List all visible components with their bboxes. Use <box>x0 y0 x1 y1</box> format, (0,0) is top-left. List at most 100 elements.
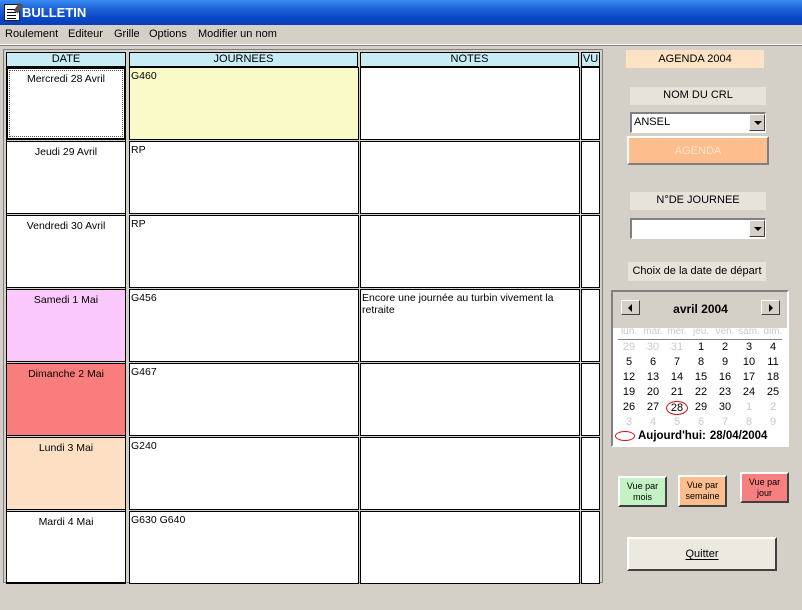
menu-options[interactable]: Options <box>149 28 187 40</box>
notes-cell[interactable] <box>360 511 580 584</box>
vu-cell[interactable] <box>581 289 600 362</box>
date-cell[interactable]: Vendredi 30 Avril <box>6 215 126 288</box>
calendar-month-label[interactable]: avril 2004 <box>653 302 748 316</box>
today-circle-icon <box>615 430 635 441</box>
calendar-today[interactable]: Aujourd'hui: 28/04/2004 <box>615 430 767 442</box>
calendar-day[interactable]: 29 <box>617 341 641 353</box>
notes-cell[interactable] <box>360 215 580 288</box>
journee-number-select[interactable] <box>630 218 766 239</box>
date-cell[interactable]: Dimanche 2 Mai <box>6 363 126 436</box>
date-cell[interactable]: Lundi 3 Mai <box>6 437 126 510</box>
calendar-day-selected[interactable]: 28 <box>666 401 688 415</box>
calendar-day[interactable]: 29 <box>689 401 713 413</box>
calendar-day[interactable]: 7 <box>713 416 737 428</box>
calendar-day[interactable]: 30 <box>641 341 665 353</box>
date-cell[interactable]: Jeudi 29 Avril <box>6 141 126 214</box>
calendar-day[interactable]: 17 <box>737 371 761 383</box>
calendar-day[interactable]: 8 <box>737 416 761 428</box>
journee-number-label: N°DE JOURNEE <box>630 192 766 210</box>
journee-cell[interactable]: G460 <box>129 67 359 140</box>
calendar-day[interactable]: 15 <box>689 371 713 383</box>
header-date: DATE <box>6 52 126 67</box>
notes-cell[interactable]: Encore une journée au turbin vivement la… <box>360 289 580 362</box>
chevron-down-icon[interactable] <box>749 114 765 131</box>
journee-cell[interactable]: G467 <box>129 363 359 436</box>
calendar-day[interactable]: 19 <box>617 386 641 398</box>
crl-select[interactable]: ANSEL <box>630 112 766 133</box>
calendar-day[interactable]: 4 <box>641 416 665 428</box>
menu-editeur[interactable]: Editeur <box>68 28 103 40</box>
calendar-weekday: sam. <box>738 326 760 337</box>
date-cell[interactable]: Mardi 4 Mai <box>6 511 126 584</box>
vu-cell[interactable] <box>581 141 600 214</box>
vu-cell[interactable] <box>581 215 600 288</box>
notes-cell[interactable] <box>360 437 580 510</box>
calendar-day[interactable]: 7 <box>665 356 689 368</box>
vu-cell[interactable] <box>581 511 600 584</box>
view-by-day-button[interactable]: Vue par jour <box>740 472 789 503</box>
calendar-day[interactable]: 18 <box>761 371 785 383</box>
view-by-week-button[interactable]: Vue par semaine <box>678 475 727 507</box>
menu-grille[interactable]: Grille <box>114 28 140 40</box>
notes-cell[interactable] <box>360 141 580 214</box>
calendar-prev-icon[interactable] <box>621 300 640 315</box>
calendar-day[interactable]: 31 <box>665 341 689 353</box>
calendar-day[interactable]: 20 <box>641 386 665 398</box>
menu-modifier-un-nom[interactable]: Modifier un nom <box>198 28 277 40</box>
calendar-day[interactable]: 13 <box>641 371 665 383</box>
agenda-button[interactable]: AGENDA <box>627 136 769 165</box>
vu-cell[interactable] <box>581 363 600 436</box>
calendar-day[interactable]: 30 <box>713 401 737 413</box>
date-cell[interactable]: Mercredi 28 Avril <box>6 67 126 140</box>
calendar-day[interactable]: 23 <box>713 386 737 398</box>
calendar-day[interactable]: 8 <box>689 356 713 368</box>
calendar-day[interactable]: 16 <box>713 371 737 383</box>
journee-cell[interactable]: RP <box>129 215 359 288</box>
notes-cell[interactable] <box>360 363 580 436</box>
calendar-day[interactable]: 9 <box>761 416 785 428</box>
menu-bar: Roulement Editeur Grille Options Modifie… <box>0 25 802 45</box>
calendar-day[interactable]: 27 <box>641 401 665 413</box>
journee-cell[interactable]: RP <box>129 141 359 214</box>
window-title: BULLETIN <box>22 5 87 20</box>
calendar-day[interactable]: 3 <box>737 341 761 353</box>
journee-cell[interactable]: G456 <box>129 289 359 362</box>
calendar-day[interactable]: 6 <box>641 356 665 368</box>
calendar-day[interactable]: 10 <box>737 356 761 368</box>
calendar-day[interactable]: 24 <box>737 386 761 398</box>
quit-label: Quitter <box>685 548 719 560</box>
journee-cell[interactable]: G630 G640 <box>129 511 359 584</box>
view-by-month-button[interactable]: Vue par mois <box>618 476 667 507</box>
calendar-day[interactable]: 2 <box>761 401 785 413</box>
chevron-down-icon[interactable] <box>749 220 765 237</box>
calendar-day[interactable]: 1 <box>737 401 761 413</box>
calendar-day[interactable]: 14 <box>665 371 689 383</box>
calendar-day[interactable]: 22 <box>689 386 713 398</box>
calendar-day[interactable]: 26 <box>617 401 641 413</box>
calendar-weekday: jeu. <box>692 326 710 337</box>
calendar-day[interactable]: 11 <box>761 356 785 368</box>
calendar-day[interactable]: 9 <box>713 356 737 368</box>
calendar-day[interactable]: 1 <box>689 341 713 353</box>
vu-cell[interactable] <box>581 67 600 140</box>
calendar-day[interactable]: 6 <box>689 416 713 428</box>
vu-cell[interactable] <box>581 437 600 510</box>
calendar-header: avril 2004 <box>613 292 787 328</box>
calendar-day[interactable]: 5 <box>617 356 641 368</box>
date-cell[interactable]: Samedi 1 Mai <box>6 289 126 362</box>
calendar-day[interactable]: 21 <box>665 386 689 398</box>
agenda-year-label: AGENDA 2004 <box>626 50 764 68</box>
calendar-day[interactable]: 4 <box>761 341 785 353</box>
quit-button[interactable]: Quitter <box>627 537 777 571</box>
journee-cell[interactable]: G240 <box>129 437 359 510</box>
calendar-day[interactable]: 3 <box>617 416 641 428</box>
menu-roulement[interactable]: Roulement <box>5 28 58 40</box>
calendar-day[interactable]: 12 <box>617 371 641 383</box>
notes-cell[interactable] <box>360 67 580 140</box>
calendar-day[interactable]: 2 <box>713 341 737 353</box>
calendar-day[interactable]: 5 <box>665 416 689 428</box>
calendar-next-icon[interactable] <box>761 300 780 315</box>
month-calendar[interactable]: avril 2004 lun. mar. mer. jeu. ven. sam. dim. … <box>611 290 789 447</box>
calendar-day[interactable]: 25 <box>761 386 785 398</box>
today-date: 28/04/2004 <box>709 430 768 442</box>
